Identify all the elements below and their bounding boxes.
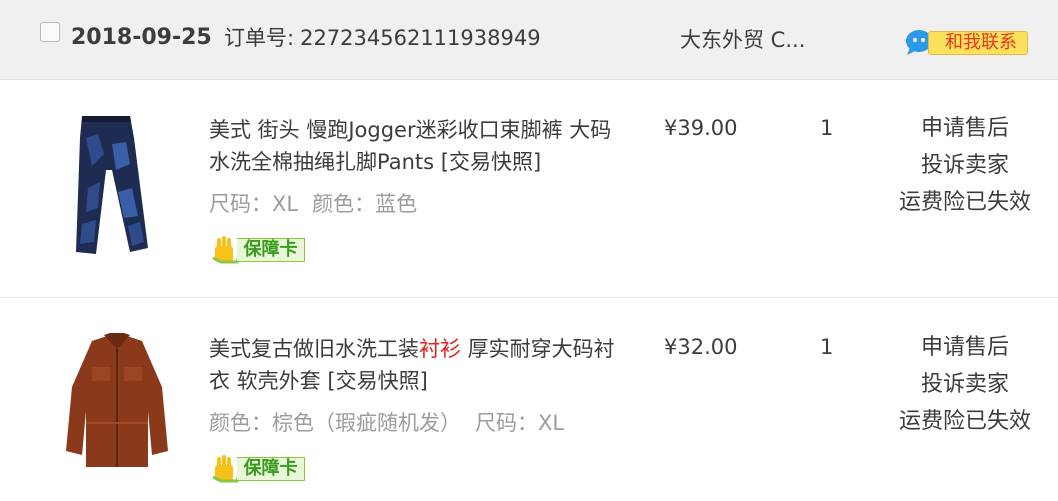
snapshot-link[interactable]: [交易快照]	[441, 150, 541, 174]
item-quantity: 1	[820, 116, 834, 140]
shipping-insurance-status: 运费险已失效	[898, 409, 1031, 434]
item-title: 美式复古做旧水洗工装衬衫 厚实耐穿大码衬衣 软壳外套 [交易快照]	[209, 333, 629, 397]
item-actions: 申请售后 投诉卖家 运费险已失效	[890, 110, 1040, 221]
item-title-text[interactable]: 美式 街头 慢跑Jogger迷彩收口束脚裤 大码水洗全棉抽绳扎脚Pants	[209, 118, 611, 174]
item-title-highlight[interactable]: 衬衫	[419, 337, 461, 361]
item-title-text[interactable]: 美式复古做旧水洗工装	[209, 337, 419, 361]
item-size: 尺码：XL	[475, 411, 565, 435]
complain-seller-link[interactable]: 投诉卖家	[890, 366, 1040, 403]
guarantee-card-badge[interactable]: 保障卡	[211, 236, 307, 264]
contact-seller-label: 和我联系	[928, 31, 1028, 55]
item-size: 尺码：XL	[209, 192, 299, 216]
order-number-value: 227234562111938949	[300, 26, 541, 50]
order-item-row: 美式复古做旧水洗工装衬衫 厚实耐穿大码衬衣 软壳外套 [交易快照] 颜色：棕色（…	[0, 299, 1058, 501]
item-actions: 申请售后 投诉卖家 运费险已失效	[890, 329, 1040, 440]
shipping-insurance-status: 运费险已失效	[898, 190, 1031, 215]
jeans-product-image[interactable]	[52, 108, 182, 258]
complain-seller-link[interactable]: 投诉卖家	[890, 147, 1040, 184]
order-number-label: 订单号:	[224, 26, 295, 50]
apply-after-sale-link[interactable]: 申请售后	[890, 110, 1040, 147]
apply-after-sale-link[interactable]: 申请售后	[890, 329, 1040, 366]
order-item-row: 美式 街头 慢跑Jogger迷彩收口束脚裤 大码水洗全棉抽绳扎脚Pants [交…	[0, 80, 1058, 298]
item-color: 颜色：蓝色	[312, 192, 418, 216]
guarantee-card-label: 保障卡	[237, 457, 305, 481]
contact-seller-button[interactable]: 和我联系	[904, 28, 1028, 56]
order-date: 2018-09-25	[71, 25, 212, 50]
item-price: ¥32.00	[664, 335, 738, 359]
item-price: ¥39.00	[664, 116, 738, 140]
item-quantity: 1	[820, 335, 834, 359]
item-properties: 尺码：XL 颜色：蓝色	[209, 190, 417, 218]
shirt-product-image[interactable]	[52, 327, 182, 477]
item-properties: 颜色：棕色（瑕疵随机发） 尺码：XL	[209, 409, 564, 437]
shop-name-link[interactable]: 大东外贸 C...	[680, 26, 805, 54]
guarantee-card-badge[interactable]: 保障卡	[211, 455, 307, 483]
item-title: 美式 街头 慢跑Jogger迷彩收口束脚裤 大码水洗全棉抽绳扎脚Pants [交…	[209, 114, 629, 178]
item-color: 颜色：棕色（瑕疵随机发）	[209, 411, 461, 435]
guarantee-card-label: 保障卡	[237, 238, 305, 262]
order-header: 2018-09-25 订单号: 227234562111938949 大东外贸 C…	[0, 0, 1058, 80]
snapshot-link[interactable]: [交易快照]	[327, 369, 427, 393]
order-number: 订单号: 227234562111938949	[224, 24, 541, 52]
order-select-checkbox[interactable]	[40, 22, 60, 42]
